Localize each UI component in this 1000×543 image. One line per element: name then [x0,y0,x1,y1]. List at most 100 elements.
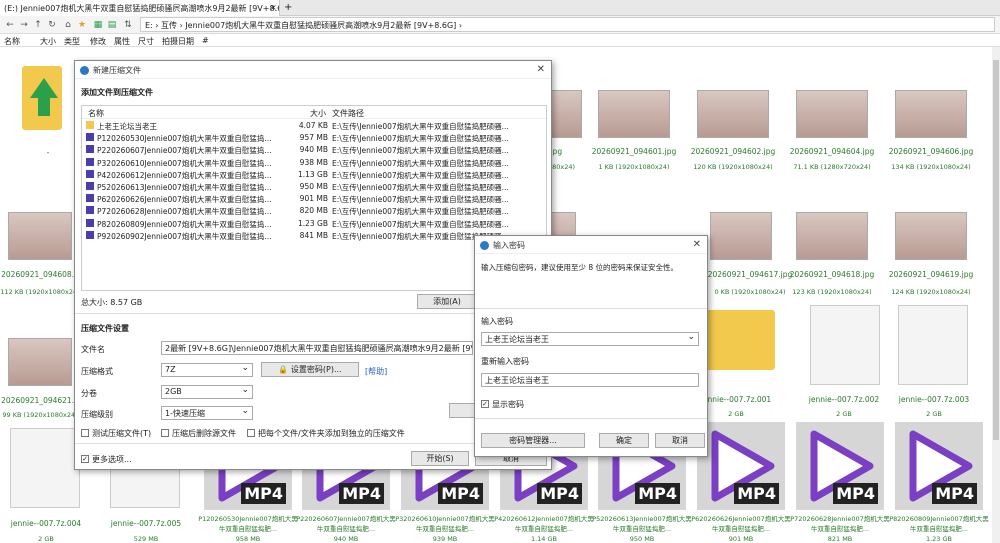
row-path: E:\互传\Jennie007炮机大黑牛双重自慰猛捣肥硕骚... [332,170,509,180]
row-size: 841 MB [299,230,328,240]
col-modified[interactable]: 修改 [90,36,106,47]
sort-icon[interactable]: ⇅ [122,19,134,31]
file-name: P620260626Jennie007炮机大黑牛双重自慰猛捣肥... [691,515,791,533]
archive-file-icon[interactable] [898,305,968,385]
test-checkbox[interactable] [81,429,89,437]
image-thumbnail[interactable] [796,90,868,138]
file-list-row[interactable]: P420260612Jennie007炮机大黑牛双重自慰猛捣... 1.13 GB… [82,169,546,181]
level-label: 压缩级别 [81,410,113,419]
video-file-icon[interactable]: MP4 [697,422,785,510]
image-thumbnail[interactable] [895,90,967,138]
show-password-checkbox[interactable]: ✓ [481,400,489,408]
archive-file-icon[interactable] [10,428,80,508]
row-size: 957 MB [299,133,328,143]
file-list-row[interactable]: P120260530Jennie007炮机大黑牛双重自慰猛捣... 957 MB E… [82,132,546,144]
refresh-icon[interactable]: ↻ [46,19,58,31]
file-list-row[interactable]: P520260613Jennie007炮机大黑牛双重自慰猛捣... 950 MB E… [82,181,546,193]
each-label: 把每个文件/文件夹添加到独立的压缩文件 [258,429,405,438]
file-list-row[interactable]: P320260610Jennie007炮机大黑牛双重自慰猛捣... 938 MB E… [82,157,546,169]
file-size: 939 MB [432,535,458,543]
cancel-button[interactable]: 取消 [655,433,705,448]
col-attr[interactable]: 属性 [114,36,130,47]
row-name: P320260610Jennie007炮机大黑牛双重自慰猛捣... [97,158,272,168]
level-select[interactable]: 1-快速压缩 [161,406,253,420]
close-tab-icon[interactable]: × [270,3,277,12]
file-list-row[interactable]: P720260628Jennie007炮机大黑牛双重自慰猛捣... 820 MB E… [82,205,546,217]
header-size[interactable]: 大小 [310,108,326,119]
file-list-row[interactable]: 上老王论坛当老王 4.07 KB E:\互传\Jennie007炮机大黑牛双重自慰猛… [82,120,546,132]
dialog-title: 新建压缩文件 [75,61,551,79]
file-size: 1.14 GB [530,535,558,543]
col-number[interactable]: # [202,36,209,45]
app-icon [480,241,489,250]
video-file-icon[interactable]: MP4 [796,422,884,510]
archive-file-icon[interactable] [810,305,880,385]
each-checkbox[interactable] [247,429,255,437]
reenter-password-input[interactable]: 上老王论坛当老王 [481,373,699,387]
file-list-row[interactable]: P220260607Jennie007炮机大黑牛双重自慰猛捣... 940 MB E… [82,144,546,156]
close-icon[interactable]: ✕ [693,239,701,250]
file-size: 901 MB [728,535,754,543]
file-size: 123 KB (1920x1080x24) [792,288,872,296]
folder-icon[interactable] [705,310,775,370]
more-checkbox[interactable]: ✓ [81,455,89,463]
split-select[interactable]: 2GB [161,385,253,399]
back-icon[interactable]: ← [4,19,16,31]
scrollbar-thumb[interactable] [993,60,999,440]
forward-icon[interactable]: → [18,19,30,31]
row-path: E:\互传\Jennie007炮机大黑牛双重自慰猛捣肥硕骚... [332,134,509,144]
image-thumbnail[interactable] [8,338,72,386]
file-size: 2 GB [836,410,852,418]
header-name[interactable]: 名称 [88,108,104,119]
address-bar[interactable]: E: › 互传 › Jennie007炮机大黑牛双重自慰猛捣肥硕骚屄高潮喷水9月… [140,17,995,32]
file-list-row[interactable]: P620260626Jennie007炮机大黑牛双重自慰猛捣... 901 MB E… [82,193,546,205]
app-icon [80,66,89,75]
image-thumbnail[interactable] [796,212,868,260]
password-input[interactable]: 上老王论坛当老王 [481,332,699,346]
start-button[interactable]: 开始(S) [411,451,469,466]
enter-password-label: 输入密码 [481,317,513,326]
file-name: P420260612Jennie007炮机大黑牛双重自慰猛捣肥... [494,515,594,533]
hidden-button[interactable] [449,403,477,418]
image-thumbnail[interactable] [8,212,72,260]
close-icon[interactable]: ✕ [537,64,545,75]
file-size: 1 KB (1920x1080x24) [598,163,670,171]
image-thumbnail[interactable] [710,212,772,260]
test-label: 测试压缩文件(T) [92,429,152,438]
header-path[interactable]: 文件路径 [332,108,364,119]
file-name: P720260628Jennie007炮机大黑牛双重自慰猛捣肥... [790,515,890,533]
file-size: 2 GB [926,410,942,418]
file-list-row[interactable]: P820260809Jennie007炮机大黑牛双重自慰猛捣... 1.23 GB… [82,218,546,230]
ok-button[interactable]: 确定 [599,433,649,448]
file-list-header: 名称 大小 文件路径 [82,106,546,119]
section-add-title: 添加文件到压缩文件 [81,88,153,97]
password-manager-button[interactable]: 密码管理器... [481,433,585,448]
star-icon[interactable]: ★ [76,19,88,31]
file-size: 2 GB [38,535,54,543]
col-size[interactable]: 大小 [40,36,56,47]
add-button[interactable]: 添加(A) [417,294,477,309]
col-dimensions[interactable]: 尺寸 [138,36,154,47]
image-thumbnail[interactable] [895,212,967,260]
col-name[interactable]: 名称 [4,36,20,47]
help-link[interactable]: [帮助] [365,366,387,377]
image-thumbnail[interactable] [697,90,769,138]
mp4-label: MP4 [833,483,878,504]
col-date-taken[interactable]: 拍摄日期 [162,36,194,47]
new-tab-icon[interactable]: + [284,2,292,13]
home-icon[interactable]: ⌂ [62,19,74,31]
delete-checkbox[interactable] [161,429,169,437]
video-file-icon[interactable]: MP4 [895,422,983,510]
col-type[interactable]: 类型 [64,36,80,47]
view-icon[interactable]: ▦ [92,19,104,31]
set-password-button[interactable]: 🔒 设置密码(P)... [261,362,359,377]
row-size: 4.07 KB [298,121,328,130]
filename-input[interactable]: 2最新 [9V+8.6G]\Jennie007炮机大黑牛双重自慰猛捣肥硕骚屄高潮… [161,341,473,355]
grid-icon[interactable]: ▤ [106,19,118,31]
file-name: P120260530Jennie007炮机大黑牛双重自慰猛捣肥... [198,515,298,533]
up-icon[interactable]: ↑ [32,19,44,31]
tab-current[interactable]: (E:) Jennie007炮机大黑牛双重自慰猛捣肥硕骚屄高潮喷水9月2最新 [… [0,0,280,16]
delete-label: 压缩后删除源文件 [172,429,236,438]
format-select[interactable]: 7Z [161,363,253,377]
image-thumbnail[interactable] [598,90,670,138]
